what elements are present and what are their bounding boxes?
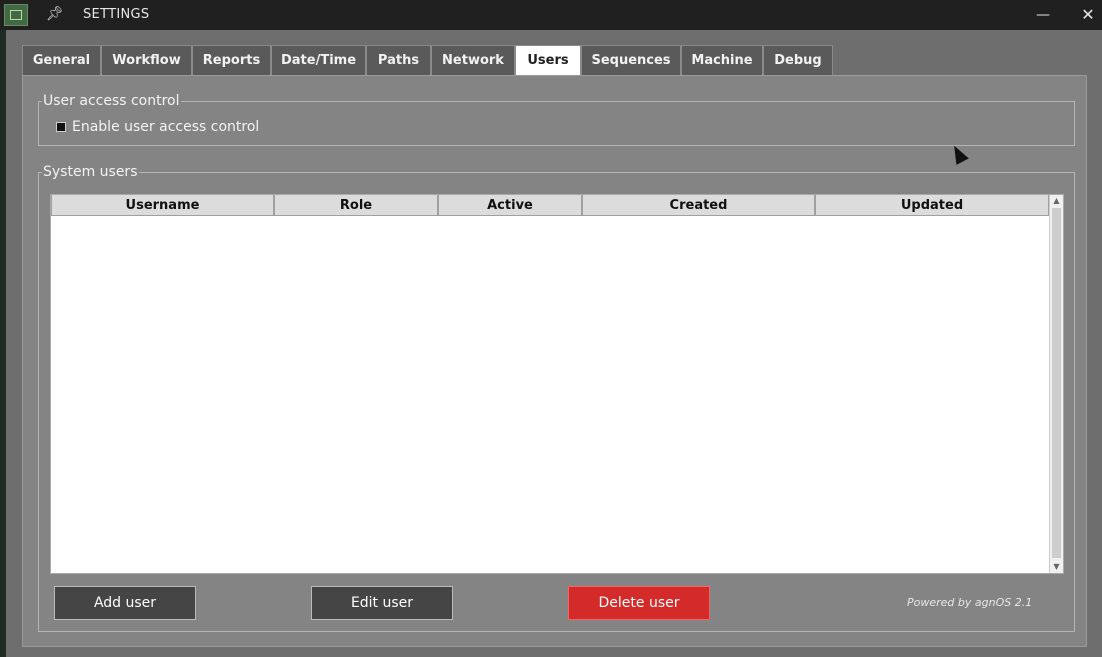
close-icon: ✕ — [1081, 5, 1095, 24]
tab-workflow[interactable]: Workflow — [101, 45, 192, 75]
table-header: Username Role Active Created Updated — [51, 195, 1049, 216]
checkbox-label: Enable user access control — [72, 119, 260, 135]
tab-paths[interactable]: Paths — [366, 45, 431, 75]
tab-general[interactable]: General — [22, 45, 101, 75]
close-button[interactable]: ✕ — [1074, 0, 1102, 30]
tab-debug[interactable]: Debug — [763, 45, 833, 75]
column-active[interactable]: Active — [438, 195, 582, 216]
scroll-up-icon[interactable]: ▲ — [1050, 195, 1063, 207]
tab-date-time[interactable]: Date/Time — [271, 45, 366, 75]
tab-network[interactable]: Network — [431, 45, 515, 75]
vertical-scrollbar[interactable]: ▲ ▼ — [1049, 195, 1063, 573]
app-icon — [4, 4, 28, 26]
column-username[interactable]: Username — [51, 195, 274, 216]
column-created[interactable]: Created — [582, 195, 815, 216]
users-table[interactable]: Username Role Active Created Updated ▲ ▼ — [50, 194, 1064, 574]
tab-sequences[interactable]: Sequences — [581, 45, 681, 75]
user-access-control-group: User access control Enable user access c… — [38, 93, 1075, 146]
minimize-icon: — — [1036, 7, 1050, 23]
delete-user-button[interactable]: Delete user — [568, 586, 710, 620]
scroll-thumb[interactable] — [1052, 208, 1061, 558]
group-title: User access control — [42, 93, 181, 109]
tab-users[interactable]: Users — [515, 45, 581, 75]
column-updated[interactable]: Updated — [815, 195, 1049, 216]
scroll-down-icon[interactable]: ▼ — [1050, 561, 1063, 573]
edit-user-button[interactable]: Edit user — [311, 586, 453, 620]
add-user-button[interactable]: Add user — [54, 586, 196, 620]
group-title: System users — [42, 164, 139, 180]
minimize-button[interactable]: — — [1028, 0, 1058, 30]
powered-by-label: Powered by agnOS 2.1 — [907, 596, 1033, 609]
title-bar: 📌︎ SETTINGS — ✕ — [0, 0, 1102, 30]
system-users-group: System users Username Role Active Create… — [38, 164, 1075, 632]
settings-window: General Workflow Reports Date/Time Paths… — [6, 30, 1102, 657]
tab-reports[interactable]: Reports — [192, 45, 271, 75]
column-role[interactable]: Role — [274, 195, 438, 216]
pin-icon[interactable]: 📌︎ — [46, 6, 64, 22]
window-title: SETTINGS — [83, 7, 150, 22]
users-tab-panel: User access control Enable user access c… — [22, 75, 1087, 647]
tab-machine[interactable]: Machine — [681, 45, 763, 75]
enable-access-control-row[interactable]: Enable user access control — [56, 119, 259, 135]
enable-access-control-checkbox[interactable] — [56, 122, 66, 132]
